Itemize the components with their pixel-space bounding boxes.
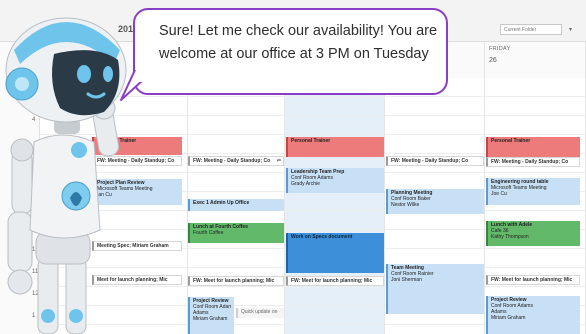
event-title: Exec 1 Admin Up Office: [193, 200, 250, 206]
event-personal-trainer[interactable]: Personal Trainer: [486, 137, 580, 157]
event-detail: Joni Sherman: [391, 277, 422, 283]
event-launch-planning[interactable]: FW: Meet for launch planning; Mic: [286, 276, 384, 286]
event-work-on-specs[interactable]: Work on Specs document: [286, 233, 384, 273]
event-detail: Grady Archie: [291, 181, 320, 187]
event-title: FW: Meet for launch planning; Mic: [193, 278, 275, 284]
event-daily-standup[interactable]: FW: Meeting - Daily Standup; Co: [386, 156, 484, 166]
day-column-wednesday[interactable]: [285, 78, 385, 334]
day-label: FRIDAY: [489, 46, 511, 52]
event-title: Personal Trainer: [491, 138, 531, 144]
event-launch-planning[interactable]: FW: Meet for launch planning; Mic: [188, 276, 284, 286]
event-daily-standup[interactable]: FW: Meeting - Daily Standup; Co: [486, 157, 580, 167]
event-title: FW: Meet for launch planning; Mic: [291, 278, 373, 284]
event-planning-meeting[interactable]: Planning Meeting Conf Room Baker Nestor …: [386, 189, 484, 214]
robot-mascot-icon: [5, 17, 127, 334]
event-title: Quick update on: [241, 309, 278, 315]
event-detail: Nestor Wilke: [391, 202, 420, 208]
speech-bubble-tail: [120, 70, 145, 101]
event-project-review[interactable]: Project Review Conf Room Adams Adams Mir…: [486, 296, 580, 334]
event-title: FW: Meeting - Daily Standup; Co: [491, 159, 569, 165]
event-leadership-team-prep[interactable]: Leadership Team Prep Conf Room Adams Gra…: [286, 168, 384, 193]
event-title: Work on Specs document: [291, 234, 353, 240]
event-admin[interactable]: Exec 1 Admin Up Office: [188, 199, 284, 211]
event-detail: Fourth Coffee: [193, 230, 224, 236]
current-folder-select[interactable]: Current Folder: [500, 24, 562, 35]
event-detail: Miriam Graham: [193, 316, 228, 322]
event-title: FW: Meet for launch planning; Mic: [491, 277, 573, 283]
event-lunch-fourth-coffee[interactable]: Lunch at Fourth Coffee Fourth Coffee: [188, 223, 284, 243]
event-title: FW: Meeting - Daily Standup; Co: [391, 158, 469, 164]
event-engineering-round-table[interactable]: Engineering round table Microsoft Teams …: [486, 178, 580, 205]
day-header-friday[interactable]: FRIDAY 26: [485, 42, 586, 78]
event-detail: Joe Cu: [491, 191, 507, 197]
event-detail: Kathy Thompson: [491, 234, 529, 240]
speech-bubble-text: Sure! Let me check our availability! You…: [159, 23, 438, 62]
sync-icon: ⇄: [276, 158, 281, 164]
event-launch-planning[interactable]: FW: Meet for launch planning; Mic: [486, 275, 580, 285]
event-daily-standup[interactable]: FW: Meeting - Daily Standup; Co ⇄: [188, 156, 284, 166]
event-detail: Miriam Graham: [491, 315, 526, 321]
event-project-review[interactable]: Project Review Conf Room Adams Adams Mir…: [188, 297, 234, 334]
event-quick-update[interactable]: Quick update on: [236, 308, 284, 318]
event-lunch-with-adele[interactable]: Lunch with Adele Cafe 36 Kathy Thompson: [486, 221, 580, 246]
event-personal-trainer[interactable]: Personal Trainer: [286, 137, 384, 157]
day-number: 26: [489, 57, 497, 64]
chevron-down-icon[interactable]: ▾: [569, 26, 572, 33]
event-team-meeting[interactable]: Team Meeting Conf Room Rainier Joni Sher…: [386, 264, 484, 314]
event-title: FW: Meeting - Daily Standup; Co: [193, 158, 271, 164]
speech-bubble: Sure! Let me check our availability! You…: [133, 8, 448, 95]
event-title: Personal Trainer: [291, 138, 331, 144]
